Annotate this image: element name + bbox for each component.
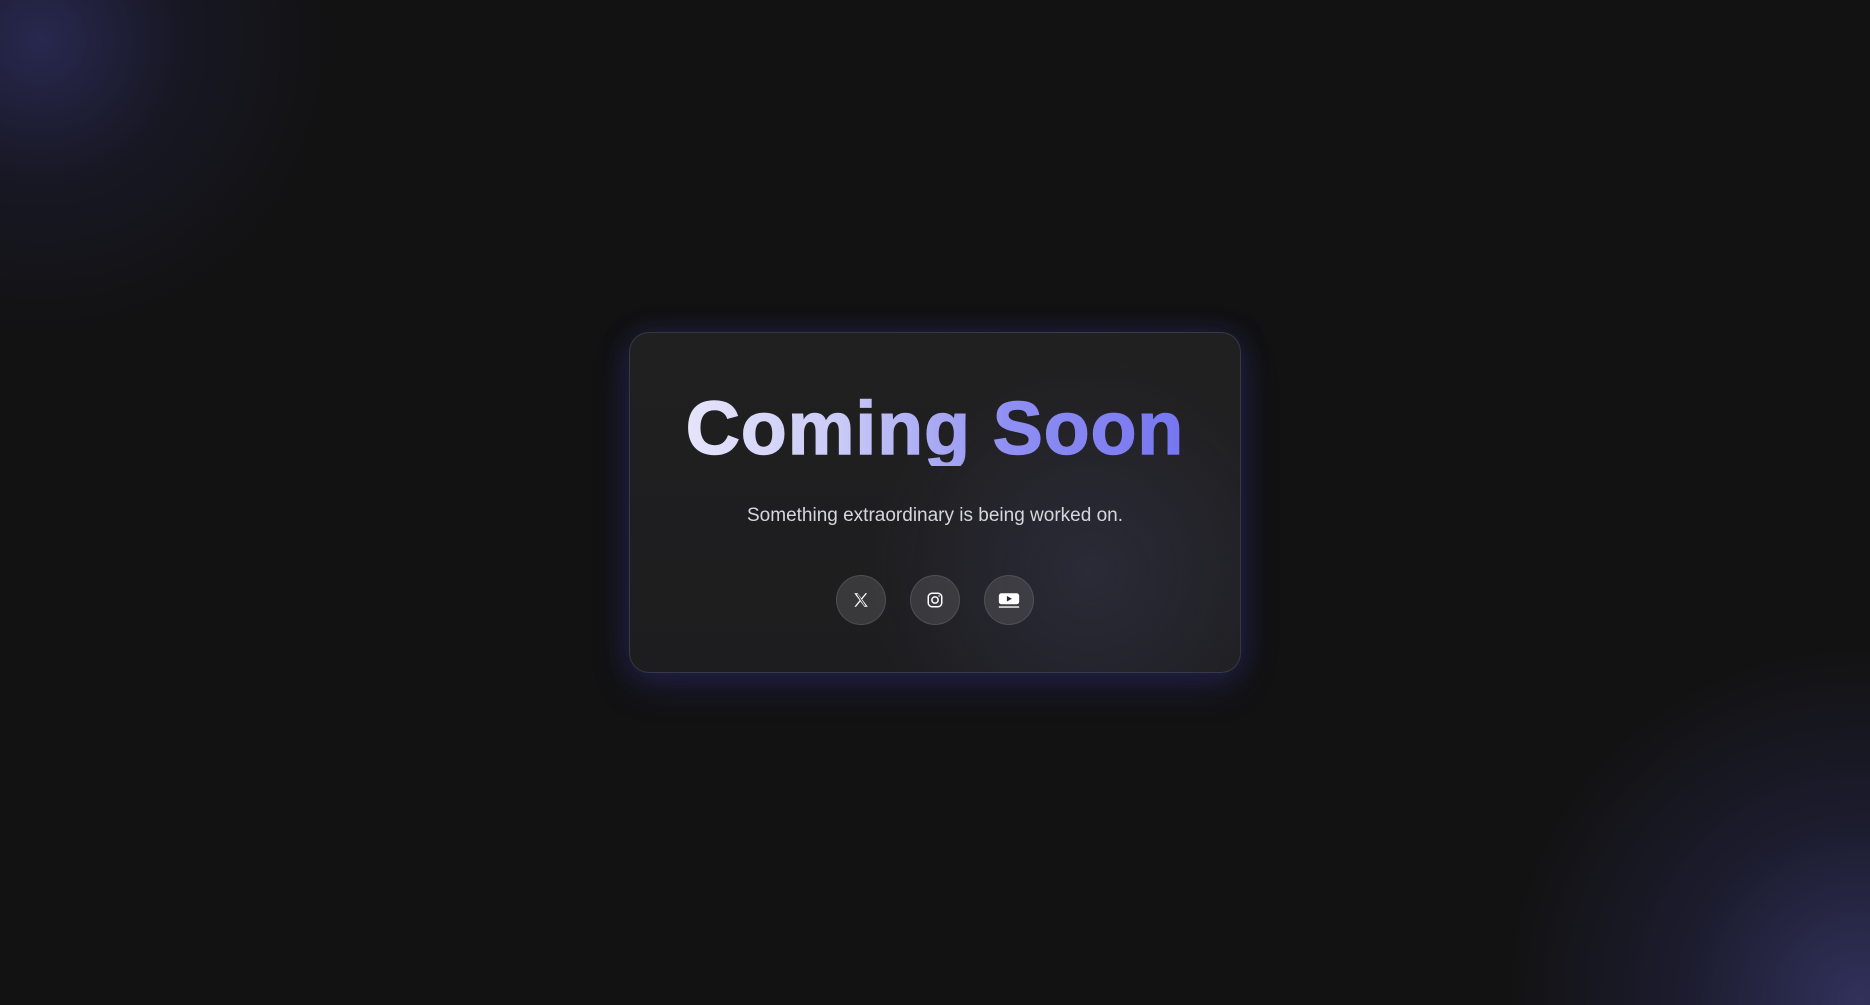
x-logo-icon: [852, 591, 870, 609]
x-twitter-link-button[interactable]: [836, 575, 886, 625]
instagram-icon: [926, 591, 944, 609]
page-background: Coming Soon Something extraordinary is b…: [0, 0, 1870, 1005]
page-title: Coming Soon: [630, 390, 1240, 467]
social-links: [630, 575, 1240, 625]
instagram-link-button[interactable]: [910, 575, 960, 625]
youtube-link-button[interactable]: [984, 575, 1034, 625]
coming-soon-card: Coming Soon Something extraordinary is b…: [629, 332, 1241, 673]
page-subtitle: Something extraordinary is being worked …: [747, 505, 1123, 526]
youtube-icon: [998, 591, 1020, 609]
title-word-soon: Soon: [992, 386, 1185, 470]
title-word-coming: Coming: [685, 386, 971, 470]
